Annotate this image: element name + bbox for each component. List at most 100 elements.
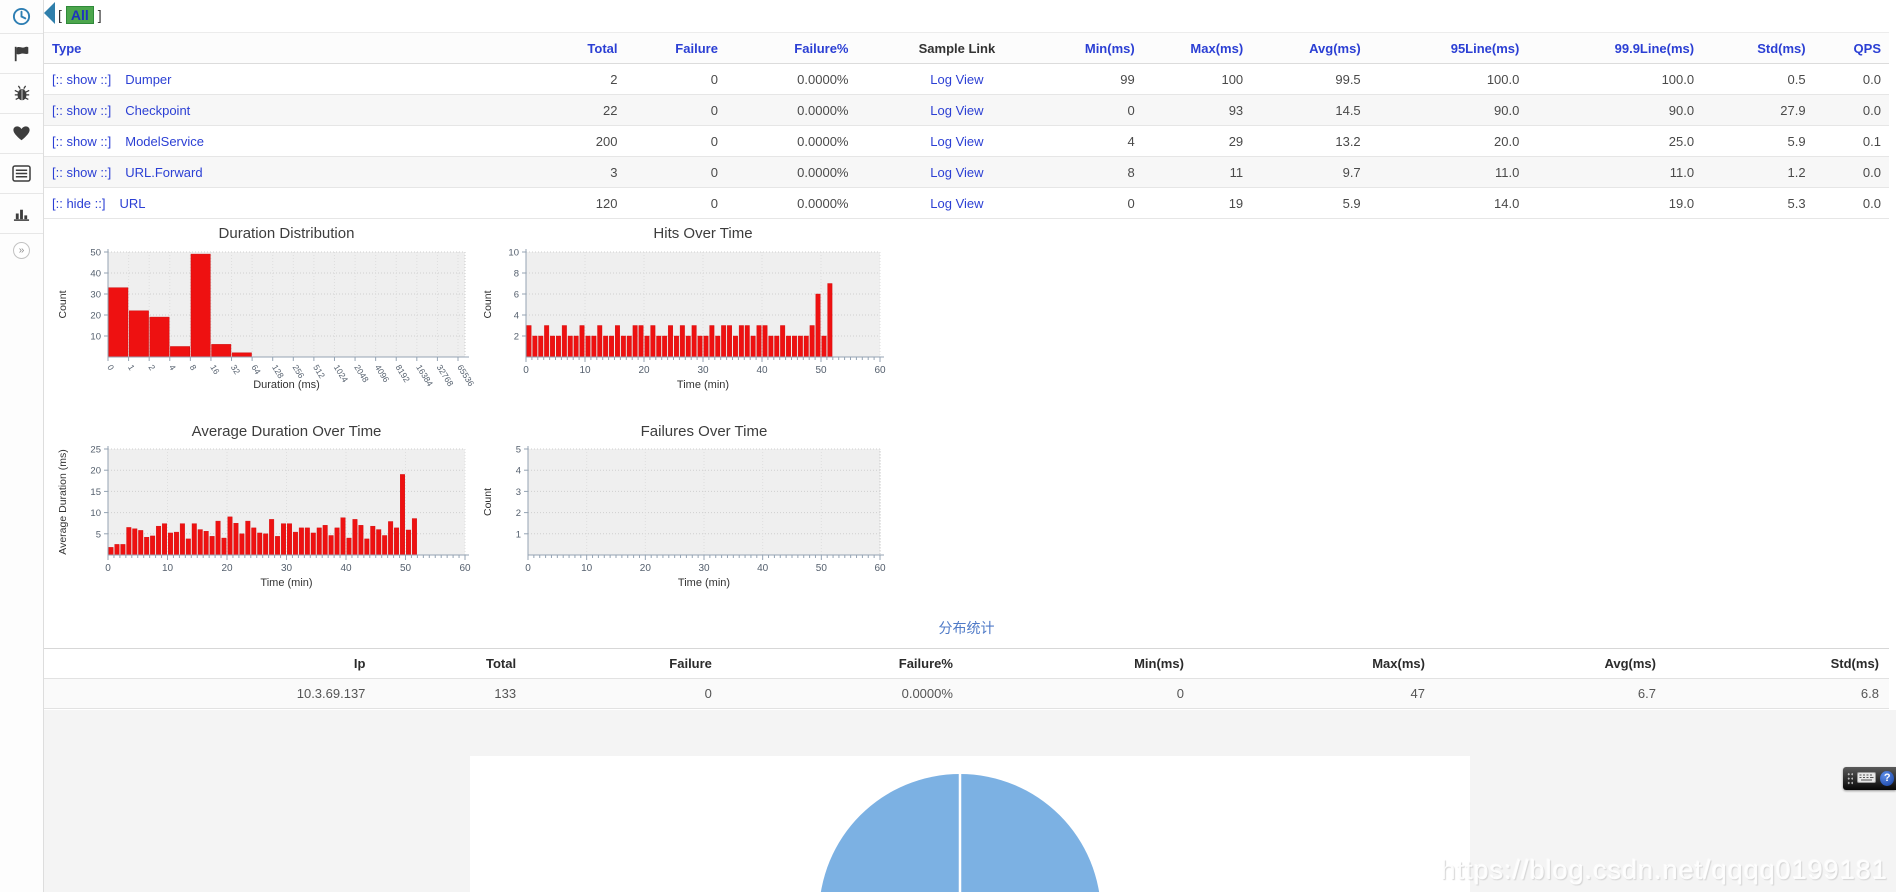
svg-text:Average Duration Over Time: Average Duration Over Time <box>192 423 382 440</box>
help-button[interactable]: ? <box>1880 771 1894 786</box>
show-link[interactable]: [:: show ::] <box>52 165 111 180</box>
log-view-link[interactable]: Log View <box>930 196 983 211</box>
sidebar-expand-button[interactable]: » <box>13 242 30 259</box>
cell-avg: 99.5 <box>1251 64 1369 95</box>
svg-text:2: 2 <box>514 332 519 343</box>
svg-text:65536: 65536 <box>455 363 475 389</box>
cell-max: 100 <box>1143 64 1251 95</box>
show-link[interactable]: [:: show ::] <box>52 72 111 87</box>
svg-text:64: 64 <box>249 363 263 377</box>
svg-text:Failures Over Time: Failures Over Time <box>641 423 768 440</box>
sidebar-item-heartbeat[interactable] <box>0 114 43 154</box>
dist-cell-failure-pct: 0.0000% <box>722 679 963 709</box>
sidebar-item-problem[interactable] <box>0 74 43 114</box>
svg-text:512: 512 <box>311 363 327 381</box>
header-failure-pct[interactable]: Failure% <box>726 33 857 64</box>
keyboard-icon[interactable] <box>1857 771 1876 786</box>
show-link[interactable]: [:: show ::] <box>52 103 111 118</box>
filter-all-link[interactable]: All <box>66 6 94 24</box>
cell-95line: 20.0 <box>1369 126 1528 157</box>
dist-header-ip: Ip <box>44 649 375 679</box>
cell-999line: 11.0 <box>1527 157 1702 188</box>
svg-text:10: 10 <box>508 248 519 259</box>
cell-95line: 14.0 <box>1369 188 1528 219</box>
header-avg[interactable]: Avg(ms) <box>1251 33 1369 64</box>
cell-95line: 11.0 <box>1369 157 1528 188</box>
header-std[interactable]: Std(ms) <box>1702 33 1813 64</box>
svg-text:40: 40 <box>757 563 769 574</box>
drag-handle-icon[interactable] <box>1847 772 1853 785</box>
svg-text:4096: 4096 <box>373 363 392 385</box>
header-total[interactable]: Total <box>525 33 625 64</box>
cell-min: 8 <box>1057 157 1142 188</box>
sidebar-item-logview[interactable] <box>0 154 43 194</box>
flag-icon <box>13 45 31 63</box>
svg-text:0: 0 <box>105 363 116 373</box>
svg-text:8: 8 <box>188 363 199 373</box>
bug-icon <box>13 85 31 103</box>
svg-text:40: 40 <box>756 365 768 376</box>
cell-failure-pct: 0.0000% <box>726 64 857 95</box>
svg-text:32768: 32768 <box>435 363 456 389</box>
header-qps[interactable]: QPS <box>1814 33 1889 64</box>
sidebar-item-statistics[interactable] <box>0 194 43 234</box>
header-failure[interactable]: Failure <box>626 33 726 64</box>
sidebar-collapse-toggler[interactable] <box>44 2 55 24</box>
dist-cell-std: 6.8 <box>1666 679 1889 709</box>
svg-text:Count: Count <box>482 290 494 318</box>
header-max[interactable]: Max(ms) <box>1143 33 1251 64</box>
dist-cell-failure: 0 <box>526 679 722 709</box>
dist-header-failure: Failure <box>526 649 722 679</box>
svg-text:10: 10 <box>579 365 591 376</box>
log-view-link[interactable]: Log View <box>930 72 983 87</box>
svg-text:256: 256 <box>291 363 307 381</box>
svg-text:4: 4 <box>514 311 519 322</box>
svg-text:20: 20 <box>640 563 652 574</box>
svg-text:40: 40 <box>90 269 101 280</box>
cell-failure-pct: 0.0000% <box>726 188 857 219</box>
svg-text:2048: 2048 <box>352 363 371 385</box>
cell-total: 120 <box>525 188 625 219</box>
sidebar-item-transaction[interactable] <box>0 0 43 34</box>
cell-total: 2 <box>525 64 625 95</box>
header-min[interactable]: Min(ms) <box>1057 33 1142 64</box>
cell-total: 3 <box>525 157 625 188</box>
svg-text:30: 30 <box>281 563 293 574</box>
log-view-link[interactable]: Log View <box>930 134 983 149</box>
sidebar-item-event[interactable] <box>0 34 43 74</box>
header-type[interactable]: Type <box>44 33 525 64</box>
svg-text:60: 60 <box>459 563 471 574</box>
log-view-link[interactable]: Log View <box>930 103 983 118</box>
cell-failure: 0 <box>626 157 726 188</box>
dist-cell-max: 47 <box>1194 679 1435 709</box>
svg-text:60: 60 <box>874 365 886 376</box>
type-link[interactable]: URL <box>119 196 145 211</box>
svg-text:30: 30 <box>698 563 710 574</box>
ime-toolbar[interactable]: ? <box>1843 767 1896 790</box>
type-link[interactable]: ModelService <box>125 134 204 149</box>
cell-failure-pct: 0.0000% <box>726 95 857 126</box>
type-link[interactable]: URL.Forward <box>125 165 202 180</box>
cell-min: 0 <box>1057 188 1142 219</box>
list-icon <box>12 165 31 182</box>
show-link[interactable]: [:: show ::] <box>52 134 111 149</box>
cell-95line: 100.0 <box>1369 64 1528 95</box>
type-link[interactable]: Checkpoint <box>125 103 190 118</box>
cell-total: 200 <box>525 126 625 157</box>
pie-chart-panel <box>470 756 1470 892</box>
header-999line[interactable]: 99.9Line(ms) <box>1527 33 1702 64</box>
svg-text:20: 20 <box>90 466 101 477</box>
svg-text:50: 50 <box>400 563 412 574</box>
type-link[interactable]: Dumper <box>125 72 171 87</box>
cell-min: 0 <box>1057 95 1142 126</box>
svg-text:Time (min): Time (min) <box>678 577 730 589</box>
cell-failure: 0 <box>626 64 726 95</box>
svg-text:10: 10 <box>162 563 174 574</box>
header-95line[interactable]: 95Line(ms) <box>1369 33 1528 64</box>
svg-text:2: 2 <box>516 508 521 519</box>
hide-link[interactable]: [:: hide ::] <box>52 196 105 211</box>
log-view-link[interactable]: Log View <box>930 165 983 180</box>
cell-avg: 9.7 <box>1251 157 1369 188</box>
svg-text:4: 4 <box>167 363 178 373</box>
transaction-report-page: » [ All ] Type Total Failure Failure% Sa… <box>0 0 1896 892</box>
